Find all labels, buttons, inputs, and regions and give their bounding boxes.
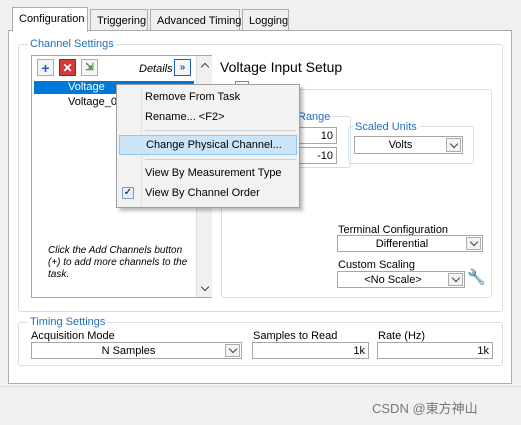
tab-triggering[interactable]: Triggering <box>90 9 148 30</box>
min-value: -10 <box>317 150 333 162</box>
menu-separator <box>145 130 296 131</box>
menu-item-change-physical-channel[interactable]: Change Physical Channel... <box>119 135 297 155</box>
tab-logging[interactable]: Logging <box>242 9 289 30</box>
timing-settings-title: Timing Settings <box>28 316 108 328</box>
wrench-icon[interactable]: 🔧 <box>467 269 486 287</box>
menu-item-remove-from-task[interactable]: Remove From Task <box>117 87 299 107</box>
samples-to-read-value: 1k <box>353 345 365 357</box>
menu-separator <box>145 159 296 160</box>
add-channels-hint: Click the Add Channels button (+) to add… <box>48 245 188 280</box>
details-label: Details <box>139 63 173 75</box>
scroll-up-icon[interactable] <box>200 62 210 72</box>
custom-scaling-select[interactable]: <No Scale> <box>337 271 465 288</box>
rate-field[interactable]: 1k <box>377 342 493 359</box>
max-value: 10 <box>320 130 333 142</box>
samples-to-read-field[interactable]: 1k <box>252 342 369 359</box>
chevron-down-icon[interactable] <box>448 273 463 286</box>
menu-item-view-by-channel-order[interactable]: View By Channel Order <box>117 183 299 203</box>
menu-item-rename[interactable]: Rename... <F2> <box>117 107 299 127</box>
channel-settings-title: Channel Settings <box>28 38 116 50</box>
voltage-setup-title: Voltage Input Setup <box>220 59 343 75</box>
chevron-down-icon[interactable] <box>466 237 481 250</box>
terminal-config-select[interactable]: Differential <box>337 235 483 252</box>
acq-mode-select[interactable]: N Samples <box>31 342 242 359</box>
remove-channel-button[interactable]: ✕ <box>59 59 76 76</box>
rate-value: 1k <box>477 345 489 357</box>
scaled-units-title: Scaled Units <box>353 121 419 133</box>
channel-item[interactable]: Voltage_0 <box>68 96 117 109</box>
tab-advanced-timing[interactable]: Advanced Timing <box>150 9 241 30</box>
menu-item-view-by-measurement-type[interactable]: View By Measurement Type <box>117 163 299 183</box>
range-title: Range <box>296 111 333 123</box>
chevron-down-icon[interactable] <box>446 138 461 152</box>
scaled-units-select[interactable]: Volts <box>354 136 463 154</box>
channel-context-menu: Remove From Task Rename... <F2> Change P… <box>116 84 300 208</box>
custom-scaling-value: <No Scale> <box>364 274 422 286</box>
terminal-config-value: Differential <box>375 238 429 250</box>
details-toggle-button[interactable]: » <box>174 59 191 76</box>
scroll-down-icon[interactable] <box>200 282 210 292</box>
add-channel-button[interactable]: + <box>37 59 54 76</box>
acq-mode-value: N Samples <box>101 345 156 357</box>
tab-configuration[interactable]: Configuration <box>12 7 88 32</box>
watermark: CSDN @東方神山 <box>372 401 478 416</box>
scaled-units-value: Volts <box>388 139 413 151</box>
channel-label: Voltage <box>68 81 105 93</box>
chevron-down-icon[interactable] <box>225 344 240 357</box>
checkmark-icon: ✓ <box>122 187 134 199</box>
sort-channels-button[interactable]: ⇲ <box>81 59 98 76</box>
